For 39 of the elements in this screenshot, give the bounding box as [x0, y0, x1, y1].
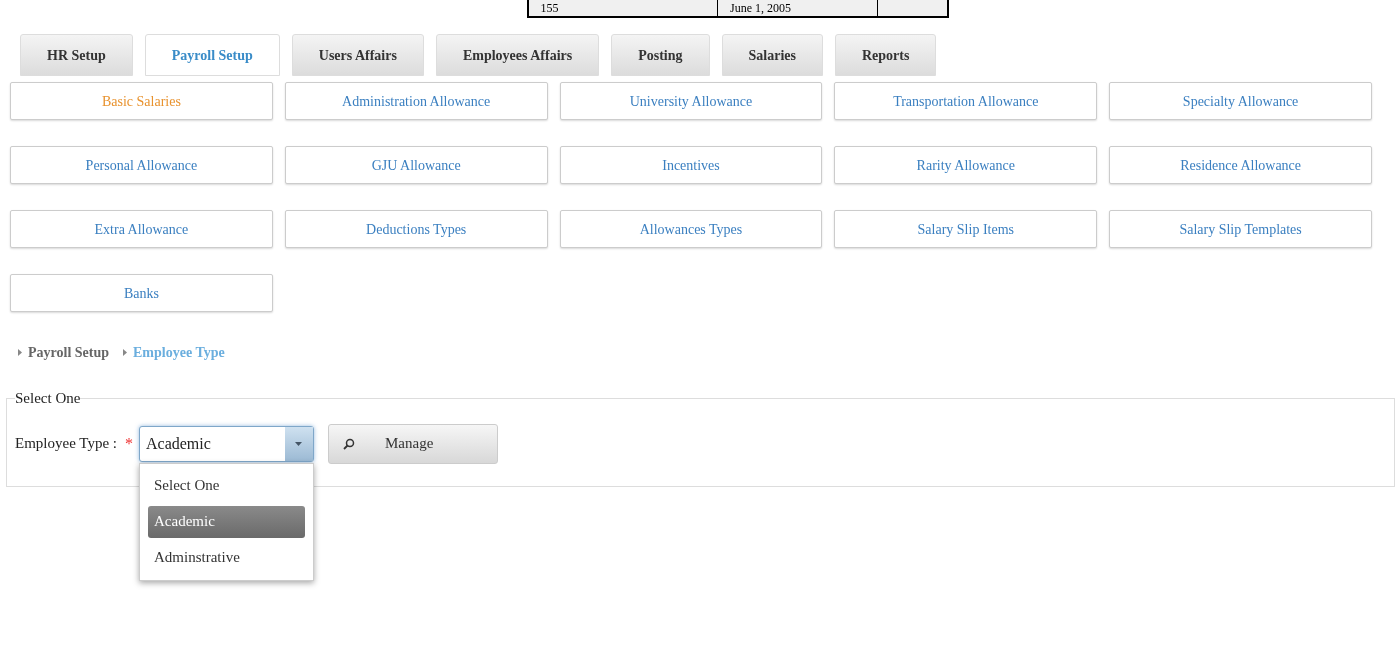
- tab[interactable]: Salaries: [721, 34, 823, 76]
- menu-button[interactable]: Allowances Types: [559, 210, 823, 248]
- menu-button[interactable]: GJU Allowance: [284, 146, 548, 184]
- breadcrumb-link[interactable]: Employee Type: [123, 342, 225, 363]
- menu-button[interactable]: Salary Slip Items: [834, 210, 1098, 248]
- tab[interactable]: Reports: [835, 34, 937, 76]
- dropdown-option[interactable]: Academic: [148, 505, 305, 538]
- dropdown-option[interactable]: Select One: [148, 469, 305, 502]
- menu-button[interactable]: University Allowance: [559, 82, 823, 120]
- menu-button[interactable]: Administration Allowance: [284, 82, 548, 120]
- menu-button[interactable]: Incentives: [559, 146, 823, 184]
- tab[interactable]: Employees Affairs: [435, 34, 600, 76]
- menu-button[interactable]: Rarity Allowance: [834, 146, 1098, 184]
- employee-type-select[interactable]: Academic: [139, 425, 314, 462]
- dropdown-arrow-icon: [295, 441, 303, 446]
- required-mark: *: [125, 433, 133, 454]
- breadcrumb-link[interactable]: Payroll Setup: [18, 342, 110, 363]
- menu-button[interactable]: Transportation Allowance: [834, 82, 1098, 120]
- dropdown-option[interactable]: Adminstrative: [148, 541, 305, 574]
- menu-button[interactable]: Salary Slip Templates: [1109, 210, 1372, 248]
- table-cell: 155: [527, 0, 718, 17]
- panel-legend: Select One: [15, 387, 81, 410]
- menu-button[interactable]: Residence Allowance: [1109, 146, 1372, 184]
- search-icon: [343, 437, 355, 450]
- table-cell: June 1, 2005: [717, 0, 878, 17]
- menu-button[interactable]: Deductions Types: [284, 210, 548, 248]
- menu-button[interactable]: Banks: [10, 274, 273, 312]
- caret-icon: [123, 349, 128, 356]
- tab[interactable]: Posting: [611, 34, 710, 76]
- manage-button[interactable]: Manage: [328, 423, 498, 464]
- menu-button[interactable]: Extra Allowance: [10, 210, 273, 248]
- caret-icon: [18, 349, 22, 356]
- menu-button[interactable]: Personal Allowance: [10, 146, 273, 184]
- tab[interactable]: HR Setup: [20, 34, 133, 76]
- tab[interactable]: Payroll Setup: [144, 34, 280, 76]
- menu-button[interactable]: Basic Salaries: [10, 82, 273, 120]
- field-label: Employee Type :: [15, 434, 117, 454]
- tab[interactable]: Users Affairs: [291, 34, 424, 76]
- menu-button[interactable]: Specialty Allowance: [1109, 82, 1372, 120]
